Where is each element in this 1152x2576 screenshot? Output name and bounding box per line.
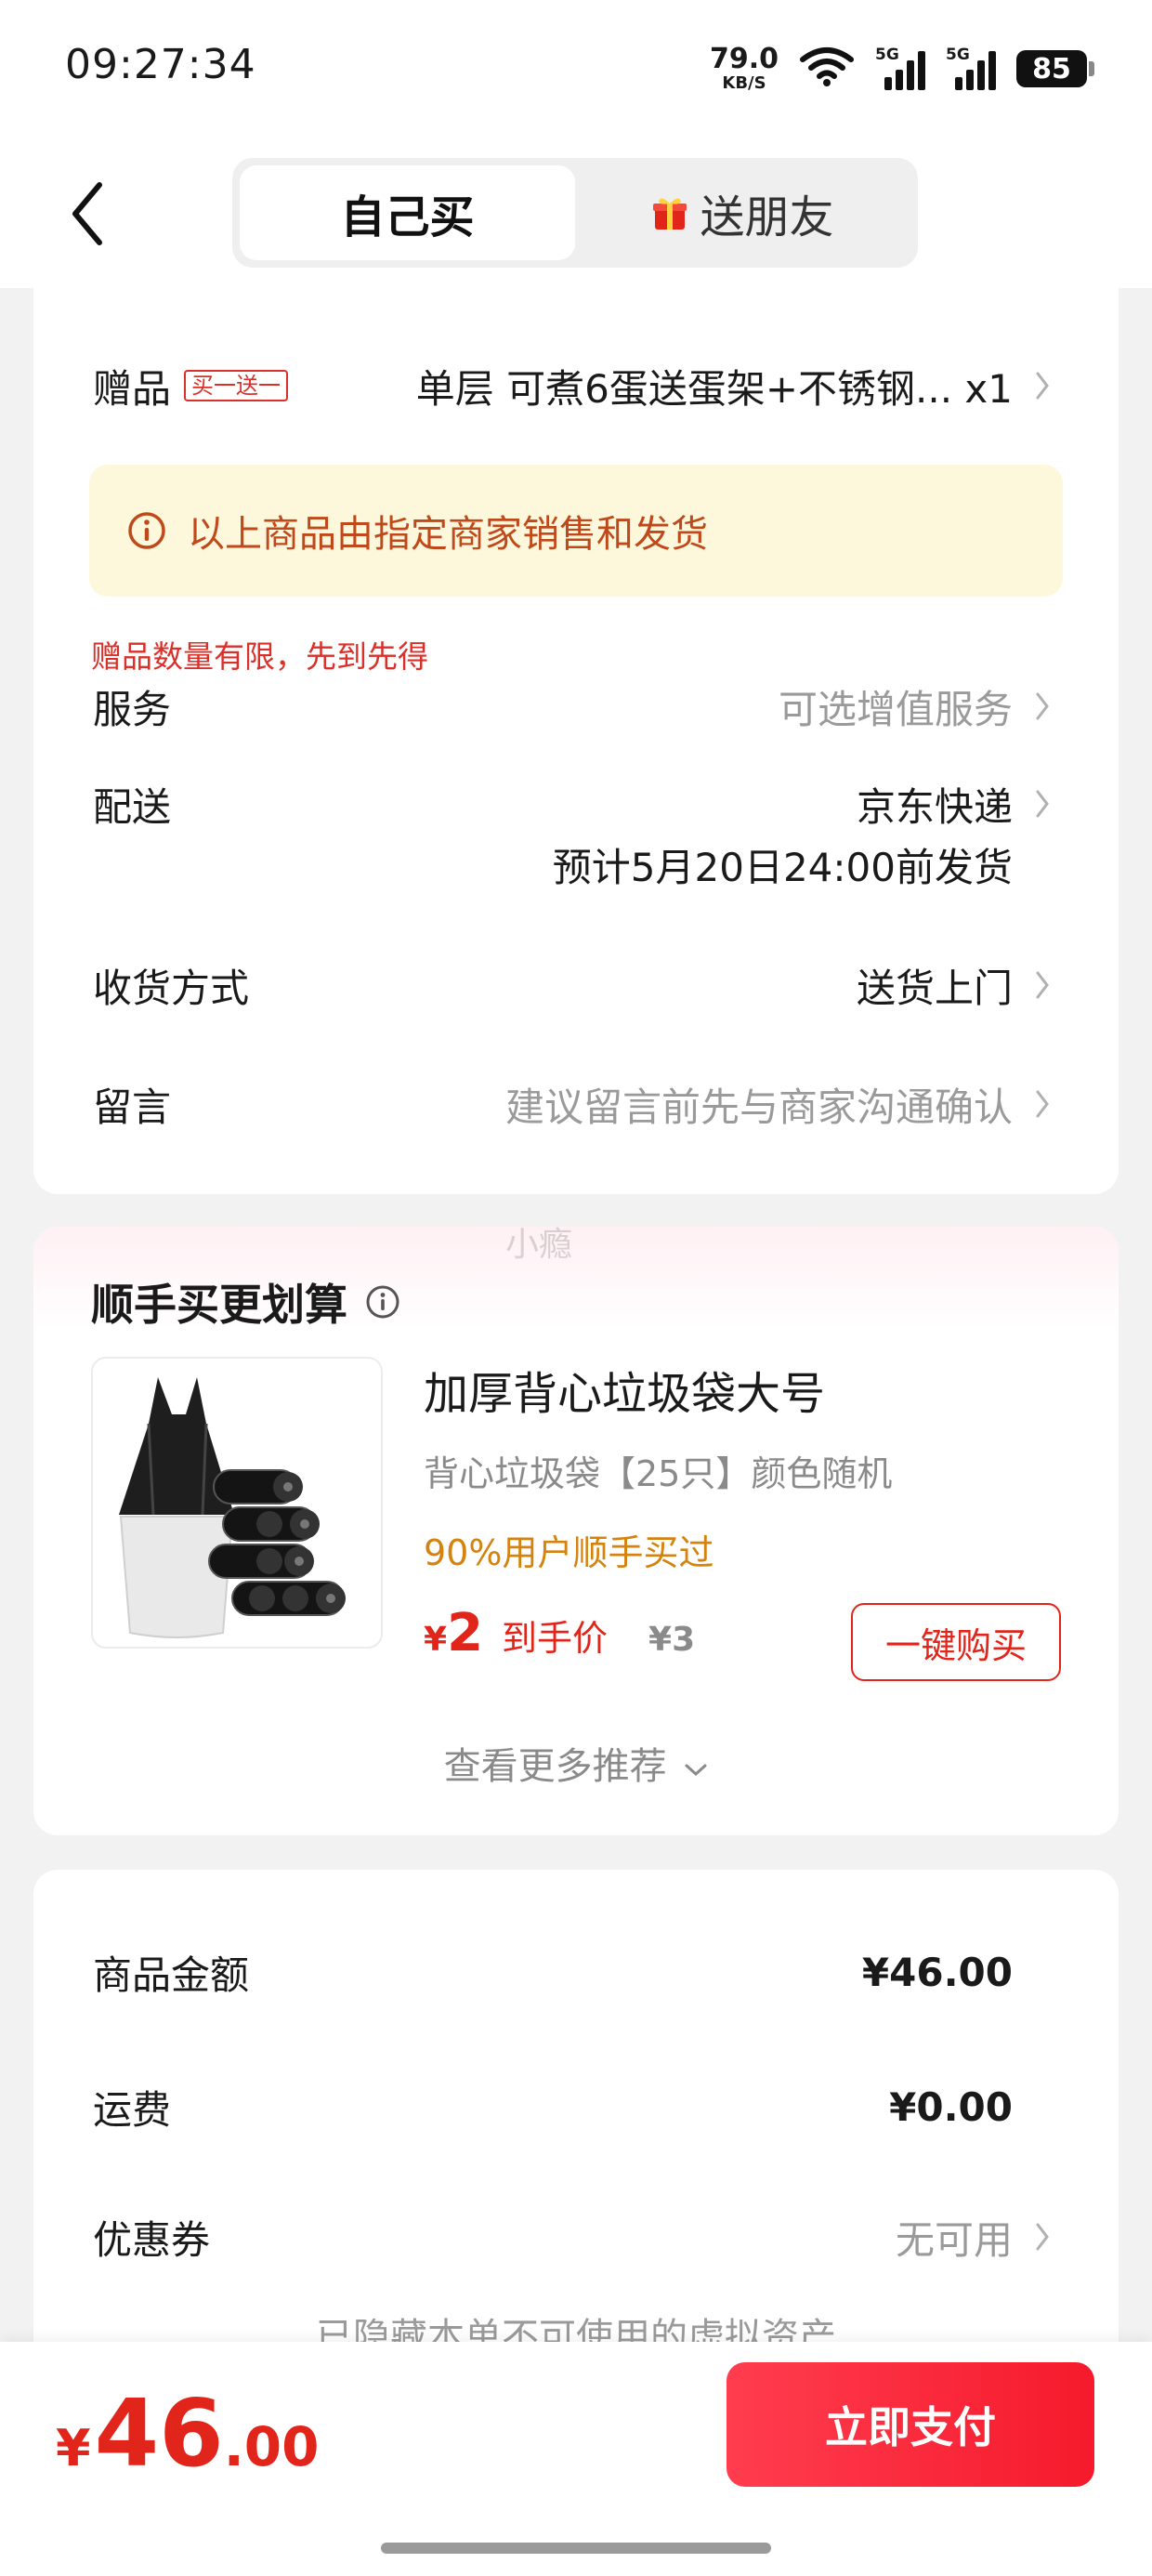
chevron-right-icon (1035, 785, 1059, 822)
purchase-mode-switch: 自己买 送朋友 (232, 158, 918, 268)
battery-icon: 85 (1016, 50, 1094, 87)
product-image[interactable] (91, 1357, 383, 1649)
product-price: ¥ 2 到手价 ¥3 (424, 1603, 695, 1663)
chevron-right-icon (1035, 688, 1059, 725)
tab-send-to-friend[interactable]: 送朋友 (575, 165, 910, 260)
checkout-page: 09:27:34 79.0 KB/S 5G 5G 85 自己买 送朋友 赠品 买… (0, 0, 1152, 2576)
gift-value: 单层 可煮6蛋送蛋架+不锈钢... x1 (416, 358, 1059, 414)
coupon-row[interactable]: 优惠券 无可用 (93, 2200, 1059, 2274)
chevron-right-icon (1035, 2218, 1059, 2255)
goods-amount-label: 商品金额 (93, 1952, 250, 1998)
status-time: 09:27:34 (65, 41, 256, 88)
header: 自己买 送朋友 (0, 139, 1152, 288)
gift-label: 赠品 (93, 365, 172, 412)
original-price: ¥3 (648, 1621, 696, 1659)
receive-method-option: 送货上门 (856, 965, 1013, 1011)
price-currency: ¥ (424, 1621, 448, 1659)
network-speed-value: 79.0 (709, 43, 779, 75)
product-name[interactable]: 加厚背心垃圾袋大号 (424, 1357, 825, 1422)
tab-label: 送朋友 (700, 191, 834, 243)
shipping-fee-row: 运费 ¥0.00 (93, 2070, 1059, 2144)
checkout-bar: ¥ 46 .00 立即支付 (0, 2342, 1152, 2576)
coupon-status: 无可用 (895, 2216, 1013, 2263)
order-info-card: 赠品 买一送一 单层 可煮6蛋送蛋架+不锈钢... x1 以上商品由指定商家销售… (33, 279, 1119, 1194)
more-recommendations-link[interactable]: 查看更多推荐 (33, 1736, 1119, 1790)
gift-name: 单层 可煮6蛋送蛋架+不锈钢... x1 (415, 365, 1013, 412)
info-icon (128, 512, 165, 549)
delivery-eta: 预计5月20日24:00前发货 (552, 845, 1013, 890)
receive-method-label: 收货方式 (93, 965, 250, 1011)
gift-row[interactable]: 赠品 买一送一 单层 可煮6蛋送蛋架+不锈钢... x1 (93, 353, 1059, 418)
price-amount: 2 (447, 1603, 484, 1663)
chevron-right-icon (1035, 966, 1059, 1004)
pay-now-button[interactable]: 立即支付 (727, 2362, 1094, 2487)
trash-bag-image (119, 1377, 346, 1638)
tab-label: 自己买 (340, 191, 475, 243)
total-decimal: .00 (223, 2415, 320, 2478)
service-option: 可选增值服务 (778, 686, 1013, 732)
goods-amount: ¥46.00 (861, 1949, 1013, 1995)
watermark: 小瘾 (505, 1226, 573, 1264)
service-row[interactable]: 服务 可选增值服务 (93, 669, 1059, 743)
signal-icon: 5G (875, 46, 925, 90)
network-speed: 79.0 KB/S (710, 46, 779, 92)
chevron-right-icon (1035, 367, 1059, 404)
total-price: ¥ 46 .00 (56, 2379, 320, 2488)
service-label: 服务 (93, 686, 172, 732)
total-integer: 46 (94, 2379, 224, 2488)
delivery-row[interactable]: 配送 京东快递 (93, 767, 1059, 841)
receive-method-row[interactable]: 收货方式 送货上门 (93, 948, 1059, 1022)
delivery-value: 京东快递 (857, 776, 1059, 833)
wifi-icon (799, 46, 855, 91)
chevron-down-icon (685, 1764, 707, 1777)
product-social-proof: 90%用户顺手买过 (424, 1532, 714, 1573)
chevron-left-icon (72, 182, 102, 245)
shipping-fee-value: ¥0.00 (889, 2084, 1059, 2130)
one-click-buy-button[interactable]: 一键购买 (851, 1603, 1061, 1681)
merchant-notice: 以上商品由指定商家销售和发货 (89, 465, 1063, 597)
status-icons: 79.0 KB/S 5G 5G 85 (710, 41, 1094, 97)
goods-amount-value: ¥46.00 (862, 1950, 1059, 1995)
network-speed-unit: KB/S (722, 73, 766, 93)
delivery-carrier: 京东快递 (856, 783, 1013, 830)
price-label: 到手价 (502, 1618, 609, 1659)
battery-level: 85 (1032, 52, 1071, 85)
shipping-fee: ¥0.00 (889, 2083, 1013, 2130)
signal-1-label: 5G (875, 46, 899, 64)
message-row[interactable]: 留言 建议留言前先与商家沟通确认 (93, 1067, 1059, 1141)
upsell-title-text: 顺手买更划算 (91, 1280, 347, 1330)
upsell-title: 顺手买更划算 (91, 1271, 401, 1333)
total-currency: ¥ (56, 2419, 91, 2477)
home-indicator[interactable] (381, 2543, 771, 2554)
chevron-right-icon (1035, 1085, 1059, 1123)
tab-buy-for-self[interactable]: 自己买 (240, 165, 575, 260)
info-icon[interactable] (364, 1283, 401, 1321)
service-value: 可选增值服务 (779, 678, 1059, 735)
back-button[interactable] (56, 167, 121, 260)
upsell-card: 顺手买更划算 加厚背心垃圾袋大号 背心垃圾袋【25只】颜色随机 90%用户顺手买… (33, 1227, 1119, 1835)
delivery-label: 配送 (93, 783, 172, 830)
shipping-fee-label: 运费 (93, 2086, 172, 2133)
buy-one-get-one-badge: 买一送一 (184, 369, 289, 402)
goods-amount-row: 商品金额 ¥46.00 (93, 1935, 1059, 2009)
coupon-value: 无可用 (896, 2209, 1059, 2266)
message-placeholder: 建议留言前先与商家沟通确认 (504, 1084, 1013, 1130)
product-spec: 背心垃圾袋【25只】颜色随机 (424, 1453, 893, 1494)
more-recommendations-label: 查看更多推荐 (443, 1745, 667, 1788)
message-field[interactable]: 建议留言前先与商家沟通确认 (505, 1076, 1059, 1133)
status-bar: 09:27:34 79.0 KB/S 5G 5G 85 (0, 0, 1152, 139)
merchant-notice-text: 以上商品由指定商家销售和发货 (188, 513, 708, 556)
message-label: 留言 (93, 1084, 172, 1130)
receive-method-value: 送货上门 (857, 957, 1059, 1014)
gift-icon (653, 198, 687, 230)
coupon-label: 优惠券 (93, 2216, 211, 2263)
signal-2-label: 5G (946, 46, 970, 64)
signal-icon: 5G (946, 46, 996, 90)
